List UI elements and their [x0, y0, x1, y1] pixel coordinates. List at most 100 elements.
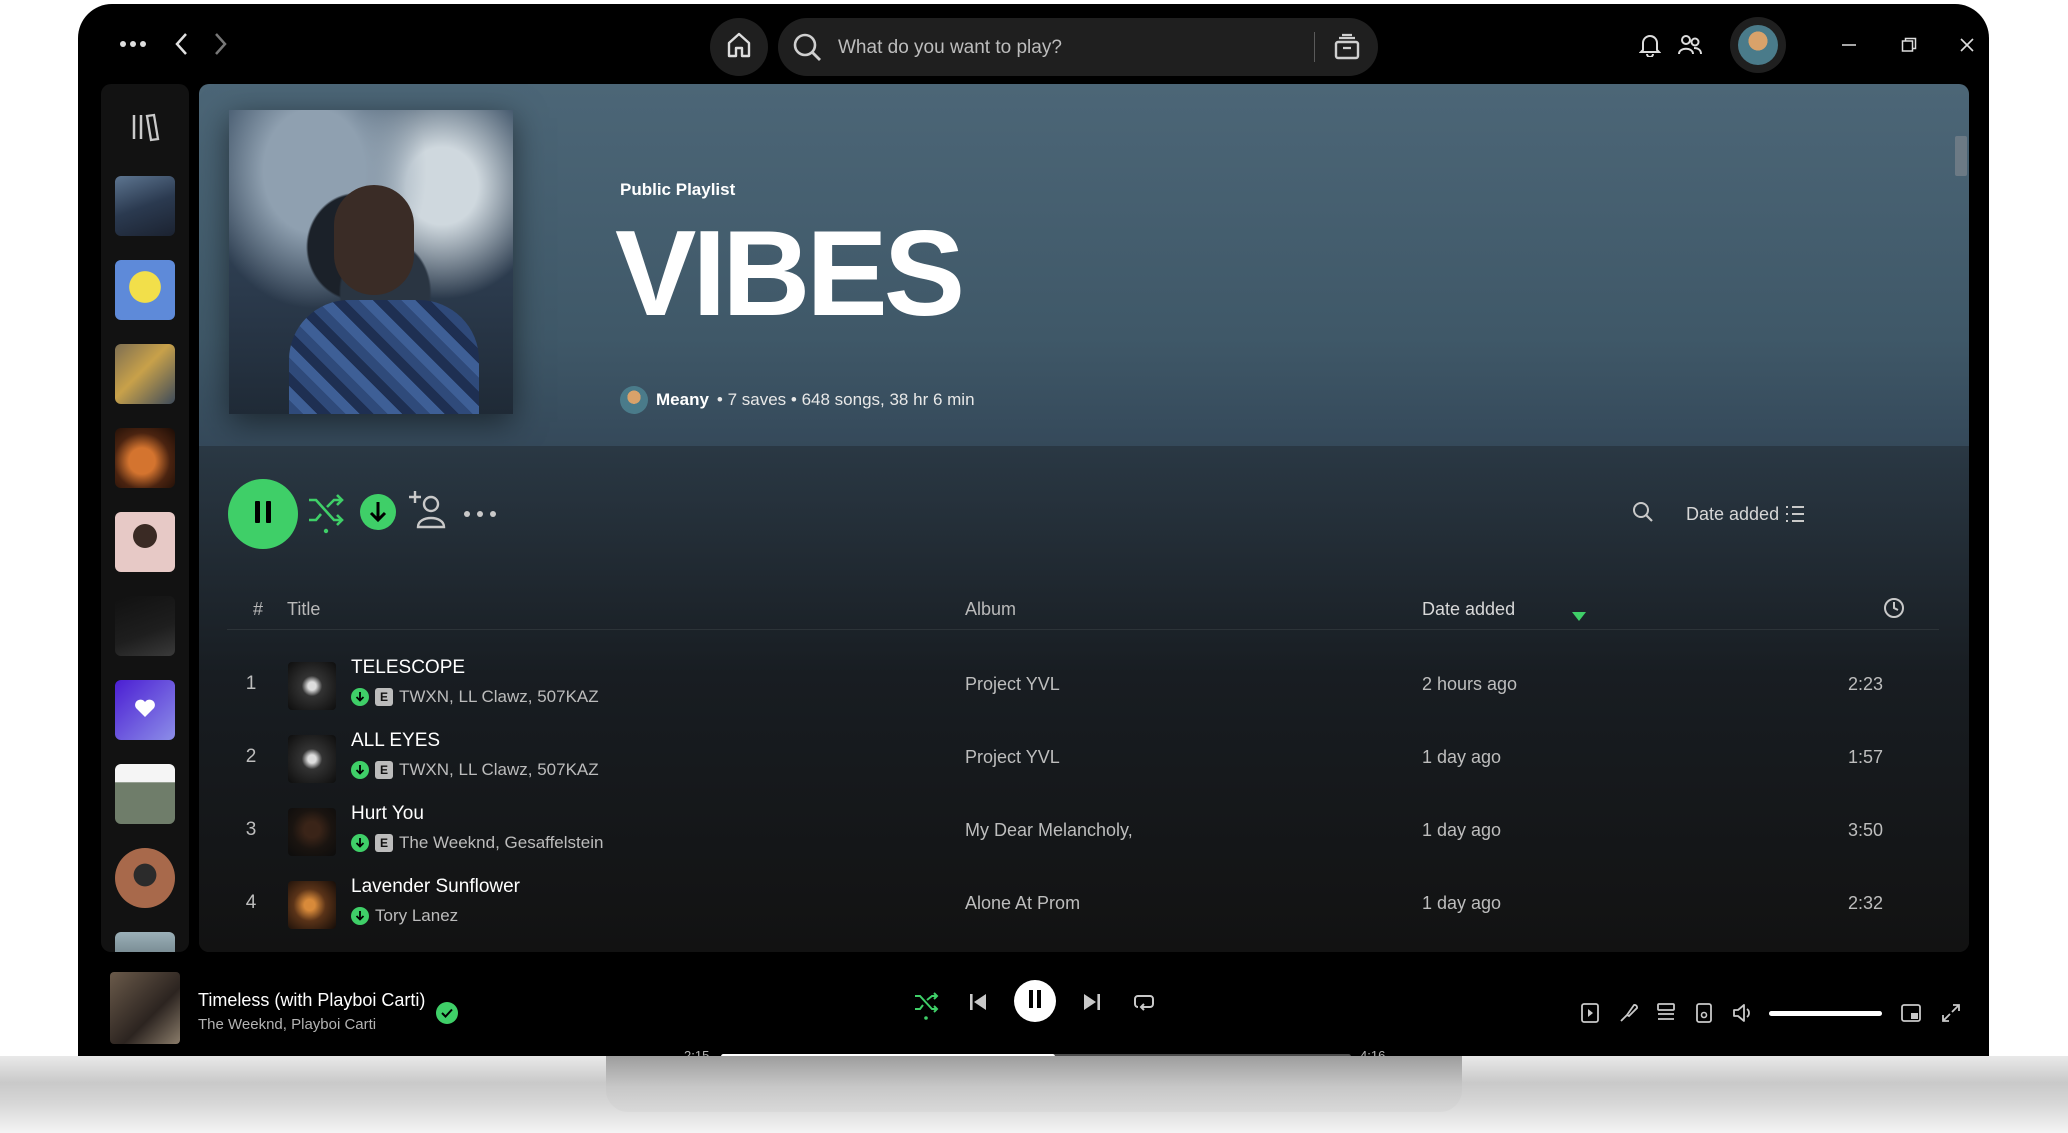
- mini-player-icon[interactable]: [1898, 1000, 1924, 1026]
- table-row[interactable]: 3 Hurt You E The Weeknd, Gesaffelstein M…: [227, 796, 1939, 868]
- track-date-added: 1 day ago: [1422, 820, 1502, 840]
- track-album[interactable]: My Dear Melancholy,: [965, 820, 1133, 841]
- friends-icon[interactable]: [1674, 30, 1706, 60]
- sort-descending-icon: [1572, 605, 1586, 626]
- add-user-icon: [407, 488, 451, 537]
- downloaded-icon: [351, 688, 369, 706]
- volume-icon[interactable]: [1730, 1000, 1756, 1026]
- downloaded-icon: [351, 834, 369, 852]
- pause-icon: [1027, 989, 1043, 1014]
- library-item-10[interactable]: [115, 932, 175, 952]
- library-item-3[interactable]: [115, 344, 175, 404]
- track-art: [288, 881, 336, 929]
- browse-icon[interactable]: [1333, 33, 1361, 66]
- more-icon[interactable]: [116, 29, 150, 59]
- track-duration: 3:50: [1847, 820, 1883, 840]
- close-icon[interactable]: [1952, 30, 1982, 60]
- table-header: # Title Album Date added: [227, 589, 1939, 630]
- player-bar: Timeless (with Playboi Carti) The Weeknd…: [78, 952, 1989, 1056]
- library-item-2[interactable]: [115, 260, 175, 320]
- track-artists[interactable]: The Weeknd, Gesaffelstein: [399, 833, 603, 853]
- heart-icon: [134, 698, 156, 723]
- search-input[interactable]: [836, 18, 1300, 78]
- track-artists[interactable]: Tory Lanez: [375, 906, 458, 926]
- minimize-icon[interactable]: [1834, 30, 1864, 60]
- volume-fill: [1769, 1011, 1882, 1016]
- now-playing-art[interactable]: [110, 972, 180, 1044]
- track-artists[interactable]: TWXN, LL Clawz, 507KAZ: [399, 687, 599, 707]
- clock-icon: [1883, 597, 1905, 624]
- track-album[interactable]: Project YVL: [965, 747, 1060, 768]
- shuffle-icon[interactable]: [910, 984, 942, 1024]
- home-button[interactable]: [710, 18, 768, 76]
- library-item-4[interactable]: [115, 428, 175, 488]
- back-icon[interactable]: [166, 28, 196, 60]
- volume-slider[interactable]: [1769, 1011, 1882, 1016]
- library-item-5[interactable]: [115, 512, 175, 572]
- sort-list-icon[interactable]: [1783, 502, 1807, 526]
- search-divider: [1314, 32, 1315, 62]
- track-title[interactable]: TELESCOPE: [351, 657, 465, 679]
- sort-dropdown[interactable]: Date added: [1686, 504, 1779, 525]
- track-date-added: 1 day ago: [1422, 893, 1502, 913]
- shuffle-button[interactable]: [304, 492, 348, 536]
- saved-check-icon[interactable]: [436, 1002, 458, 1024]
- library-item-6[interactable]: [115, 596, 175, 656]
- shuffle-icon: [306, 490, 346, 539]
- cover-figure-shirt: [289, 300, 479, 414]
- queue-icon[interactable]: [1654, 1000, 1678, 1026]
- now-playing-artists[interactable]: The Weeknd, Playboi Carti: [198, 1016, 376, 1033]
- track-number: 3: [245, 819, 257, 840]
- track-album[interactable]: Project YVL: [965, 674, 1060, 695]
- search-in-playlist-button[interactable]: [1629, 500, 1657, 528]
- column-title[interactable]: Title: [287, 599, 320, 620]
- more-icon: [463, 505, 497, 523]
- prev-icon[interactable]: [964, 988, 992, 1016]
- track-title[interactable]: Hurt You: [351, 803, 424, 825]
- scrollbar[interactable]: [1955, 136, 1967, 176]
- pause-button[interactable]: [228, 479, 298, 549]
- repeat-icon[interactable]: [1130, 988, 1158, 1016]
- track-number: 2: [245, 746, 257, 767]
- track-artists[interactable]: TWXN, LL Clawz, 507KAZ: [399, 760, 599, 780]
- owner-link[interactable]: Meany: [656, 390, 709, 410]
- liked-songs-item[interactable]: [115, 680, 175, 740]
- playlist-meta: Meany • 7 saves • 648 songs, 38 hr 6 min: [620, 386, 975, 414]
- library-item-9[interactable]: [115, 848, 175, 908]
- fullscreen-icon[interactable]: [1938, 1000, 1964, 1026]
- track-album[interactable]: Alone At Prom: [965, 893, 1080, 914]
- column-album[interactable]: Album: [965, 599, 1016, 620]
- avatar[interactable]: [1730, 17, 1786, 73]
- track-date-added: 2 hours ago: [1422, 674, 1518, 694]
- top-bar: [78, 4, 1989, 82]
- explicit-badge: E: [375, 834, 393, 852]
- now-playing-view-icon[interactable]: [1578, 1000, 1602, 1026]
- invite-collaborator-button[interactable]: [407, 490, 451, 534]
- connect-device-icon[interactable]: [1692, 1000, 1716, 1026]
- bell-icon[interactable]: [1636, 30, 1664, 60]
- track-title[interactable]: Lavender Sunflower: [351, 876, 520, 898]
- play-pause-button[interactable]: [1014, 980, 1056, 1022]
- search-icon: [1632, 501, 1654, 528]
- next-icon[interactable]: [1078, 988, 1106, 1016]
- restore-icon[interactable]: [1894, 30, 1924, 60]
- now-playing-title[interactable]: Timeless (with Playboi Carti): [198, 990, 425, 1011]
- library-item-1[interactable]: [115, 176, 175, 236]
- explicit-badge: E: [375, 688, 393, 706]
- search-bar[interactable]: [778, 18, 1378, 78]
- forward-icon[interactable]: [206, 28, 236, 60]
- table-row[interactable]: 1 TELESCOPE E TWXN, LL Clawz, 507KAZ Pro…: [227, 650, 1939, 722]
- download-button[interactable]: [358, 493, 398, 534]
- lyrics-icon[interactable]: [1616, 1000, 1640, 1026]
- more-options-button[interactable]: [462, 502, 498, 526]
- track-title[interactable]: ALL EYES: [351, 730, 440, 752]
- playlist-stats: • 7 saves • 648 songs, 38 hr 6 min: [716, 390, 975, 409]
- table-row[interactable]: 4 Lavender Sunflower Tory Lanez Alone At…: [227, 869, 1939, 941]
- table-row[interactable]: 2 ALL EYES E TWXN, LL Clawz, 507KAZ Proj…: [227, 723, 1939, 795]
- track-artists-line: E The Weeknd, Gesaffelstein: [351, 833, 603, 853]
- elapsed-time: 2:15: [684, 1048, 710, 1056]
- column-date-added[interactable]: Date added: [1422, 599, 1515, 620]
- library-item-8[interactable]: [115, 764, 175, 824]
- owner-avatar[interactable]: [620, 386, 648, 414]
- library-icon[interactable]: [101, 104, 189, 150]
